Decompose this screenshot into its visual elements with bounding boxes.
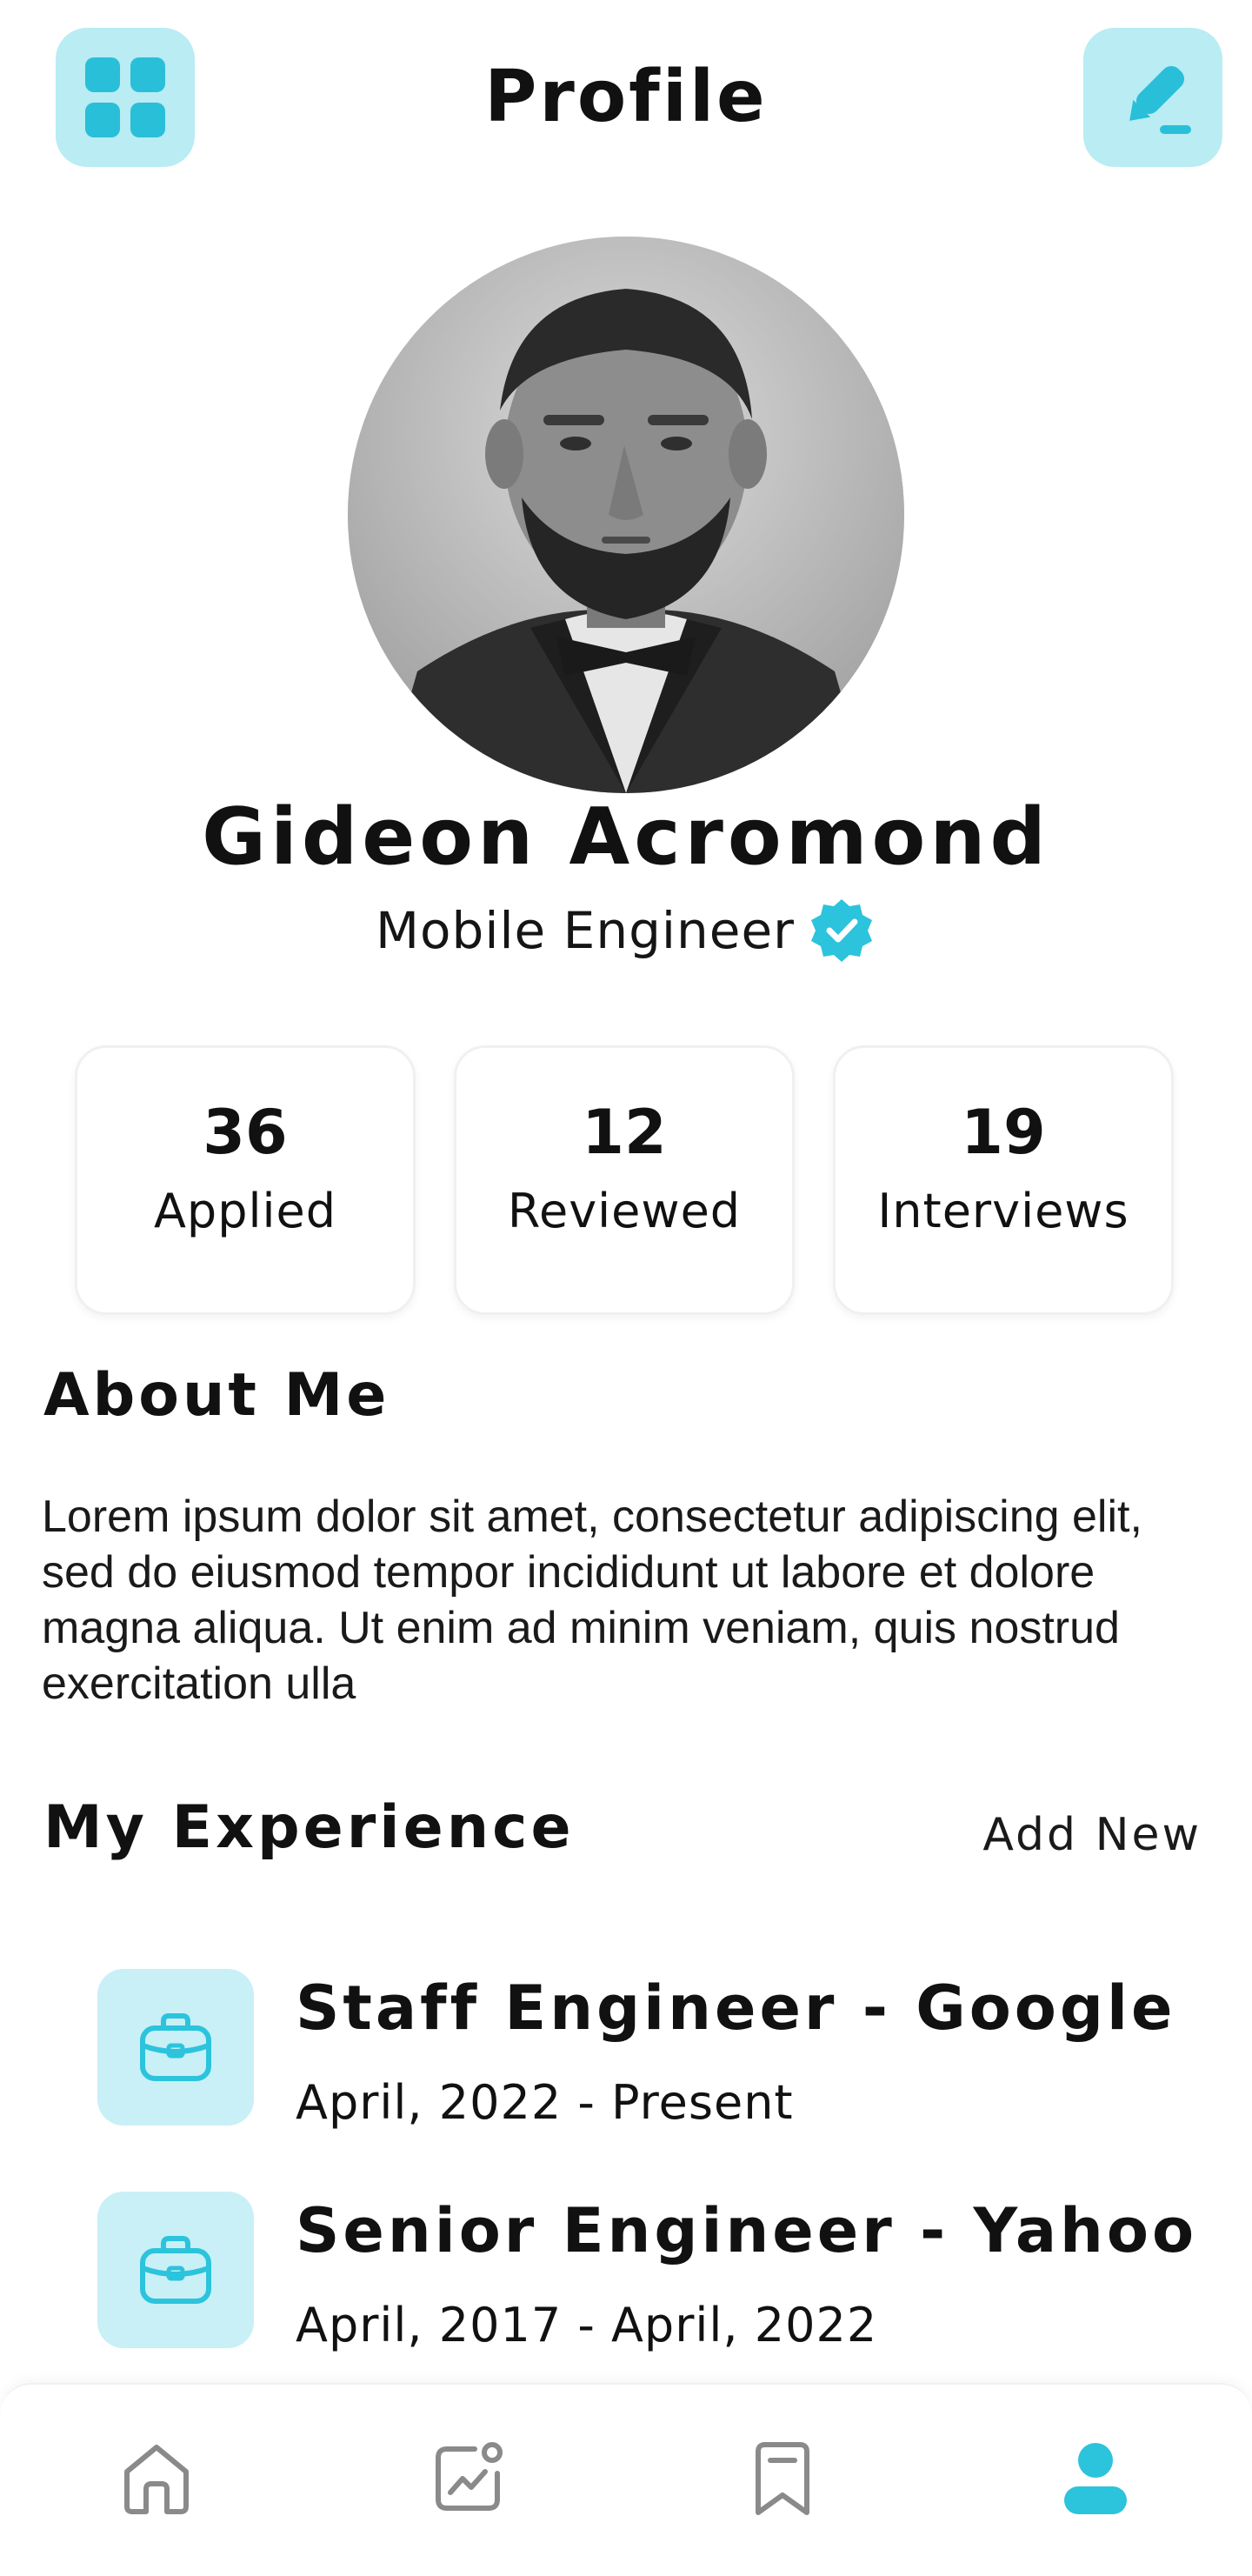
experience-title-1: Staff Engineer - Google: [296, 1972, 1176, 2044]
briefcase-icon: [140, 2236, 211, 2304]
edit-profile-button[interactable]: [1083, 28, 1222, 167]
about-text: Lorem ipsum dolor sit amet, consectetur …: [42, 1492, 1142, 1709]
nav-stats[interactable]: [424, 2435, 511, 2522]
role-row: Mobile Engineer: [0, 896, 1252, 965]
nav-saved[interactable]: [739, 2435, 826, 2522]
nav-home[interactable]: [113, 2435, 200, 2522]
stat-card-interviews[interactable]: 19 Interviews: [833, 1045, 1174, 1315]
stat-label: Reviewed: [507, 1184, 742, 1238]
profile-role: Mobile Engineer: [375, 901, 795, 960]
stat-value: 12: [582, 1097, 667, 1168]
about-title: About Me: [43, 1361, 390, 1430]
avatar: [348, 237, 904, 793]
user-icon: [1064, 2443, 1127, 2514]
experience-icon: [97, 2192, 254, 2348]
stat-card-reviewed[interactable]: 12 Reviewed: [454, 1045, 795, 1315]
experience-title: My Experience: [43, 1793, 575, 1862]
home-icon: [124, 2445, 189, 2514]
experience-title-2: Senior Engineer - Yahoo: [296, 2195, 1198, 2266]
chart-icon: [436, 2442, 503, 2511]
nav-profile[interactable]: [1052, 2435, 1139, 2522]
page-title: Profile: [484, 56, 768, 138]
verified-badge-icon: [811, 899, 872, 962]
edit-pencil-icon: [1129, 65, 1191, 134]
stat-value: 36: [203, 1097, 288, 1168]
stat-value: 19: [961, 1097, 1046, 1168]
experience-icon: [97, 1969, 254, 2126]
add-new-link[interactable]: Add New: [982, 1809, 1202, 1861]
briefcase-icon: [140, 2013, 211, 2081]
stat-label: Interviews: [877, 1184, 1129, 1238]
bookmark-icon: [756, 2442, 809, 2515]
experience-dates-1: April, 2022 - Present: [296, 2075, 794, 2130]
stat-label: Applied: [153, 1184, 336, 1238]
profile-name: Gideon Acromond: [202, 791, 1050, 883]
stat-card-applied[interactable]: 36 Applied: [75, 1045, 416, 1315]
experience-dates-2: April, 2017 - April, 2022: [296, 2298, 878, 2352]
